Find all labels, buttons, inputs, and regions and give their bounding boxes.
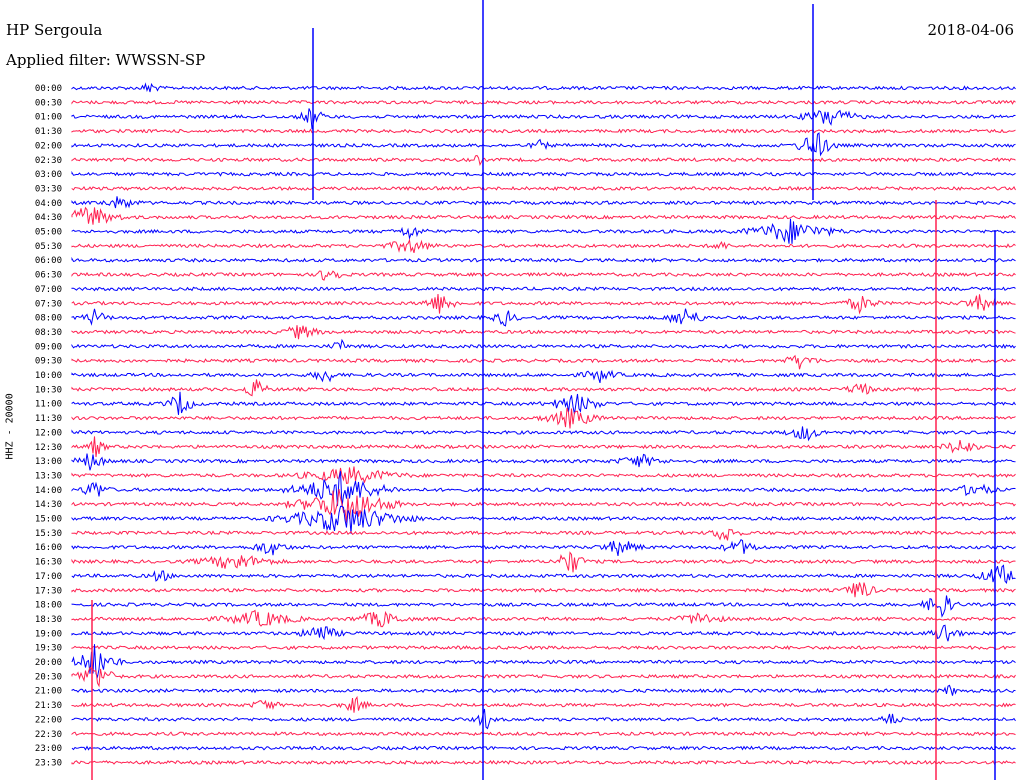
trace-line xyxy=(71,609,1016,628)
trace-line xyxy=(71,270,1016,281)
time-tick-label: 02:30 xyxy=(35,156,62,166)
trace-line xyxy=(71,666,1016,688)
trace-line xyxy=(71,466,1016,484)
time-tick-label: 04:00 xyxy=(35,199,62,209)
trace-line xyxy=(71,170,1016,177)
trace-line xyxy=(71,325,1016,340)
trace-line xyxy=(71,369,1016,384)
trace-line xyxy=(71,453,1016,471)
trace-line xyxy=(71,82,1016,93)
trace-line xyxy=(71,595,1016,618)
trace-line xyxy=(71,379,1016,397)
time-tick-label: 11:30 xyxy=(35,414,62,424)
trace-line xyxy=(71,645,1016,651)
trace-line xyxy=(71,206,1016,225)
time-tick-label: 01:00 xyxy=(35,113,62,123)
trace-line xyxy=(71,745,1016,751)
time-tick-label: 14:00 xyxy=(35,486,62,496)
time-tick-label: 12:30 xyxy=(35,443,62,453)
time-tick-label: 21:30 xyxy=(35,701,62,711)
time-tick-label: 16:00 xyxy=(35,543,62,553)
trace-line xyxy=(71,582,1016,598)
time-tick-label: 04:30 xyxy=(35,213,62,223)
helicorder-plot: 00:00 00:30 01:00 01:30 02:00 02:30 03:00 03:30… xyxy=(35,0,1016,780)
time-tick-label: 23:00 xyxy=(35,744,62,754)
time-tick-label: 19:00 xyxy=(35,629,62,639)
trace-line xyxy=(71,108,1016,130)
trace-line xyxy=(71,505,1016,534)
trace-line xyxy=(71,354,1016,370)
time-tick-label: 19:30 xyxy=(35,644,62,654)
trace-line xyxy=(71,708,1016,730)
time-tick-label: 15:00 xyxy=(35,515,62,525)
time-tick-label: 03:00 xyxy=(35,170,62,180)
time-tick-label: 17:30 xyxy=(35,586,62,596)
trace-line xyxy=(71,391,1016,415)
trace-line xyxy=(71,185,1016,192)
trace-line xyxy=(71,154,1016,167)
trace-line xyxy=(71,238,1016,254)
time-tick-label: 15:30 xyxy=(35,529,62,539)
time-tick-label: 08:30 xyxy=(35,328,62,338)
time-tick-label: 07:00 xyxy=(35,285,62,295)
trace-line xyxy=(71,759,1016,765)
trace-line xyxy=(71,338,1016,351)
time-tick-label: 13:30 xyxy=(35,471,62,481)
time-tick-label: 07:30 xyxy=(35,299,62,309)
trace-line xyxy=(71,132,1016,157)
trace-line xyxy=(71,426,1016,442)
time-tick-label: 18:00 xyxy=(35,601,62,611)
time-tick-label: 05:30 xyxy=(35,242,62,252)
time-tick-label: 01:30 xyxy=(35,127,62,137)
time-tick-label: 12:00 xyxy=(35,428,62,438)
trace-line xyxy=(71,624,1016,642)
time-tick-label: 16:30 xyxy=(35,558,62,568)
time-tick-label: 06:30 xyxy=(35,271,62,281)
trace-line xyxy=(71,308,1016,327)
time-tick-label: 22:00 xyxy=(35,715,62,725)
trace-line xyxy=(71,436,1016,458)
time-tick-label: 14:30 xyxy=(35,500,62,510)
time-tick-label: 20:30 xyxy=(35,672,62,682)
time-tick-label: 03:30 xyxy=(35,184,62,194)
time-tick-label: 20:00 xyxy=(35,658,62,668)
trace-line xyxy=(71,551,1016,573)
trace-line xyxy=(71,99,1016,105)
time-tick-label: 08:00 xyxy=(35,314,62,324)
time-tick-label: 10:30 xyxy=(35,385,62,395)
time-tick-label: 00:30 xyxy=(35,98,62,108)
time-tick-label: 10:00 xyxy=(35,371,62,381)
trace-line xyxy=(71,128,1016,134)
time-tick-label: 05:00 xyxy=(35,228,62,238)
trace-line xyxy=(71,695,1016,713)
time-tick-label: 02:00 xyxy=(35,141,62,151)
trace-line xyxy=(71,256,1016,263)
trace-line xyxy=(71,528,1016,541)
time-tick-label: 13:00 xyxy=(35,457,62,467)
trace-line xyxy=(71,731,1016,737)
time-tick-label: 00:00 xyxy=(35,84,62,94)
time-tick-label: 11:00 xyxy=(35,400,62,410)
trace-line xyxy=(71,218,1016,244)
trace-line xyxy=(71,564,1016,585)
time-tick-label: 22:30 xyxy=(35,730,62,740)
time-tick-label: 18:30 xyxy=(35,615,62,625)
time-tick-label: 06:00 xyxy=(35,256,62,266)
trace-line xyxy=(71,407,1016,429)
time-tick-label: 17:00 xyxy=(35,572,62,582)
trace-line xyxy=(71,286,1016,292)
time-tick-label: 09:30 xyxy=(35,357,62,367)
trace-line xyxy=(71,294,1016,315)
time-tick-label: 21:00 xyxy=(35,687,62,697)
time-tick-label: 23:30 xyxy=(35,758,62,768)
time-tick-label: 09:00 xyxy=(35,342,62,352)
trace-line xyxy=(71,538,1016,557)
trace-line xyxy=(71,196,1016,209)
trace-line xyxy=(71,684,1016,696)
